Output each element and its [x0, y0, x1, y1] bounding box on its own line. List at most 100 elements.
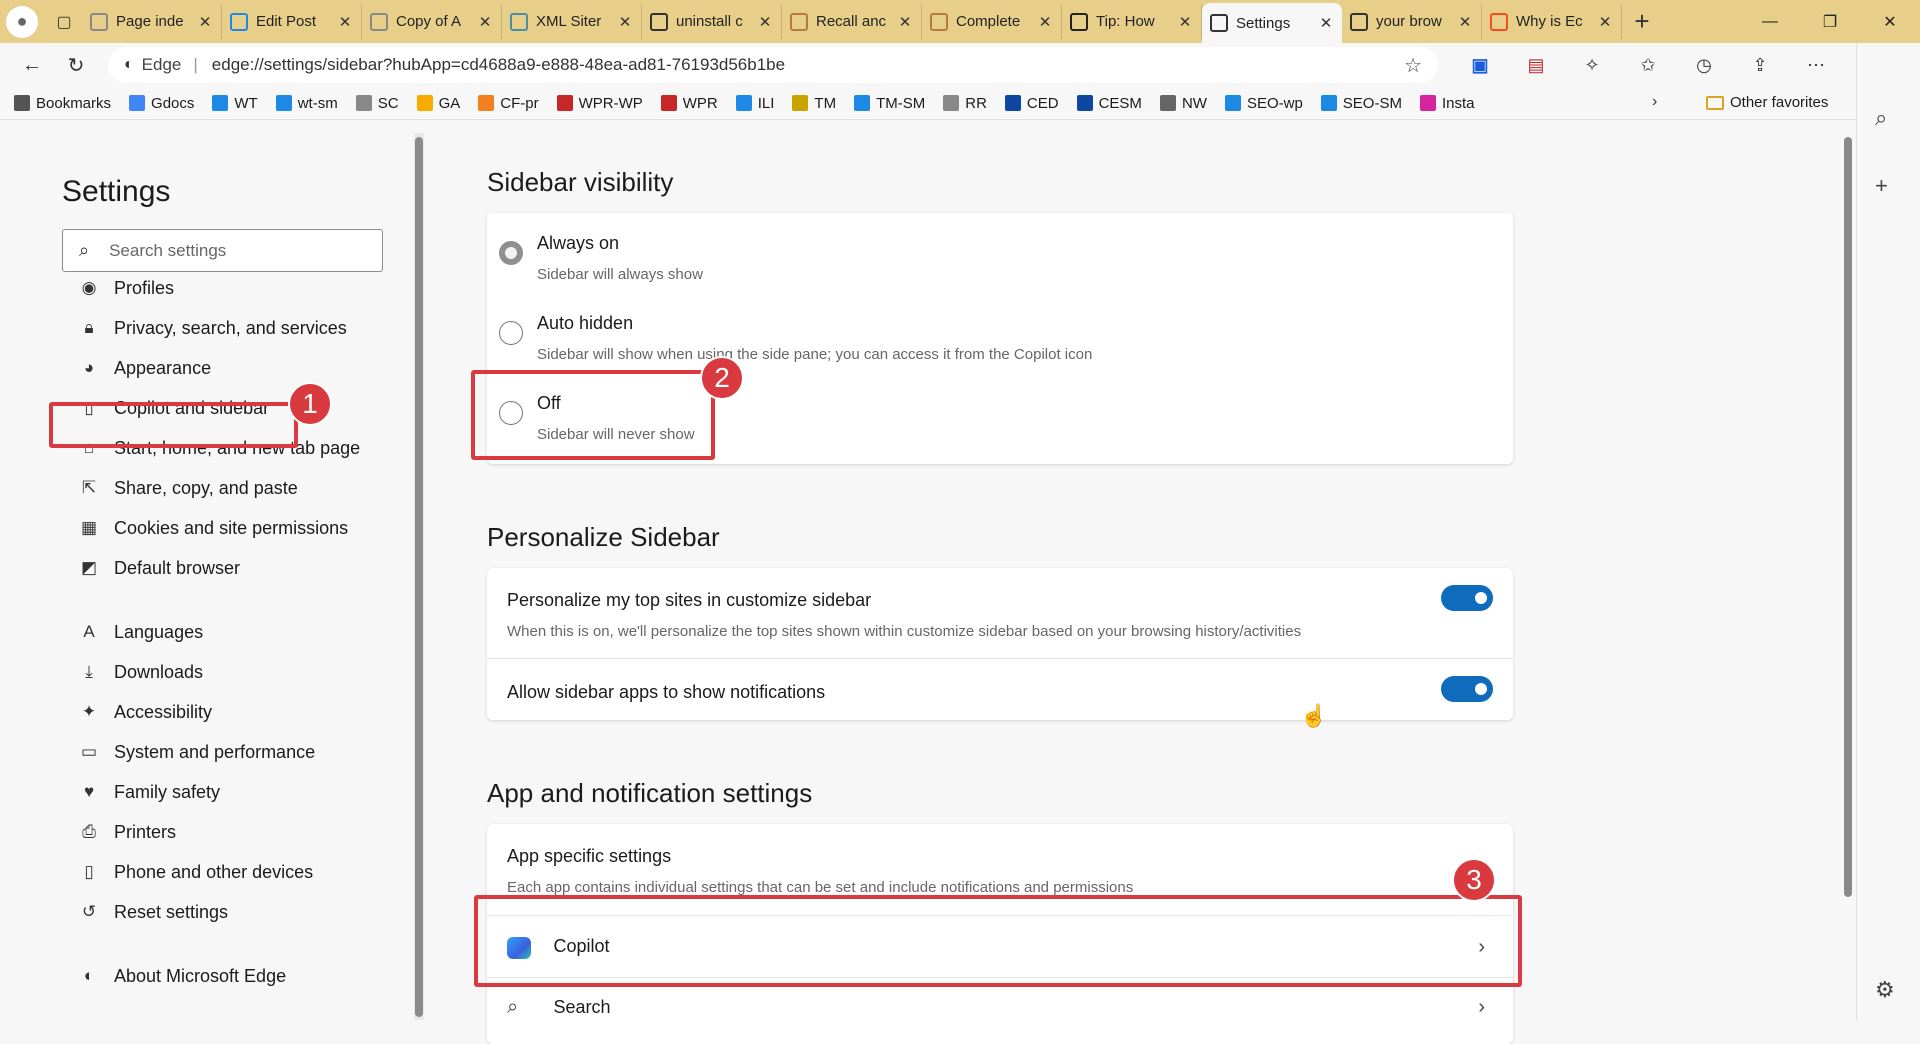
sidebar-item-6[interactable]: ▦ Cookies and site permissions: [78, 513, 348, 543]
radio-button[interactable]: [499, 241, 523, 265]
search-icon[interactable]: ⌕: [1875, 105, 1887, 131]
history-icon[interactable]: ◷: [1676, 47, 1732, 83]
sidebar-item-0[interactable]: ◉ Profiles: [78, 273, 174, 303]
sidebar-item-14[interactable]: ▯ Phone and other devices: [78, 857, 313, 887]
profile-icon: ◉: [81, 278, 97, 297]
tab-4[interactable]: uninstall c ✕: [642, 4, 782, 39]
sidebar-item-1[interactable]: 🔒︎ Privacy, search, and services: [78, 313, 346, 343]
sidebar-item-16[interactable]: ◐ About Microsoft Edge: [78, 961, 286, 991]
minimize-button[interactable]: —: [1740, 0, 1800, 43]
close-icon[interactable]: ✕: [197, 13, 213, 31]
tab-1[interactable]: Edit Post ✕: [222, 4, 362, 39]
settings-page: Settings ⌕ Search settings ◉ Profiles 🔒︎ Pr…: [0, 133, 1856, 1044]
close-icon[interactable]: ✕: [1318, 14, 1334, 32]
restore-button[interactable]: ❐: [1800, 0, 1860, 43]
address-bar[interactable]: ◐ Edge | edge://settings/sidebar?hubApp=…: [108, 47, 1438, 83]
bookmark-0[interactable]: Bookmarks: [14, 95, 111, 112]
tab-3[interactable]: XML Siter ✕: [502, 4, 642, 39]
extension-calendar-icon[interactable]: ▤: [1508, 47, 1564, 83]
bookmark-7[interactable]: WPR-WP: [556, 95, 643, 112]
other-favorites-folder[interactable]: Other favorites: [1706, 94, 1828, 111]
visibility-option-0[interactable]: Always on Sidebar will always show: [499, 225, 703, 283]
bookmark-8[interactable]: WPR: [660, 95, 718, 112]
gear-icon[interactable]: ⚙: [1875, 977, 1895, 1003]
bookmark-label: SEO-SM: [1342, 94, 1402, 112]
setting-desc: When this is on, we'll personalize the t…: [507, 623, 1302, 640]
bookmark-16[interactable]: SEO-wp: [1224, 95, 1303, 112]
bitwarden-icon[interactable]: ▣: [1452, 47, 1508, 83]
bookmark-18[interactable]: Insta: [1419, 95, 1475, 112]
bookmark-13[interactable]: CED: [1004, 95, 1059, 112]
bookmark-2[interactable]: WT: [212, 95, 258, 112]
sidebar-item-9[interactable]: ⤓ Downloads: [78, 657, 203, 687]
top-sites-toggle[interactable]: [1441, 585, 1493, 611]
add-icon[interactable]: +: [1875, 173, 1888, 199]
url-text[interactable]: edge://settings/sidebar?hubApp=cd4688a9-…: [212, 55, 1404, 75]
sidebar-item-13[interactable]: ⎙ Printers: [78, 817, 176, 847]
content-scrollbar[interactable]: [1843, 133, 1853, 1020]
bookmark-4[interactable]: SC: [355, 95, 399, 112]
extensions-icon[interactable]: ✧: [1564, 47, 1620, 83]
bookmark-9[interactable]: ILI: [735, 95, 774, 112]
close-icon[interactable]: ✕: [1457, 13, 1473, 31]
close-icon[interactable]: ✕: [1597, 13, 1613, 31]
bookmark-1[interactable]: Gdocs: [129, 95, 194, 112]
sidebar-item-11[interactable]: ▭ System and performance: [78, 737, 315, 767]
new-tab-button[interactable]: +: [1622, 6, 1662, 37]
bookmark-5[interactable]: GA: [416, 95, 460, 112]
sidebar-item-2[interactable]: ◕ Appearance: [78, 353, 211, 383]
tab-6[interactable]: Complete ✕: [922, 4, 1062, 39]
tab-label: Tip: How: [1096, 13, 1155, 30]
app-row-search[interactable]: ⌕ Search: [487, 996, 1513, 1036]
tab-actions-button[interactable]: ▢: [46, 6, 82, 38]
wpr-icon: [660, 95, 677, 111]
chevron-right-icon[interactable]: ›: [1478, 996, 1485, 1019]
sidebar-item-12[interactable]: ♥ Family safety: [78, 777, 220, 807]
close-icon[interactable]: ✕: [337, 13, 353, 31]
tab-0[interactable]: Page inde ✕: [82, 4, 222, 39]
sidebar-item-10[interactable]: ✦ Accessibility: [78, 697, 212, 727]
share-icon[interactable]: ⇪: [1732, 47, 1788, 83]
bookmark-6[interactable]: CF-pr: [478, 95, 539, 112]
bookmark-11[interactable]: TM-SM: [854, 95, 925, 112]
back-button[interactable]: ←: [10, 47, 54, 83]
tab-5[interactable]: Recall anc ✕: [782, 4, 922, 39]
refresh-button[interactable]: ↻: [54, 47, 98, 83]
bookmark-3[interactable]: wt-sm: [275, 95, 338, 112]
tab-7[interactable]: Tip: How ✕: [1062, 4, 1202, 39]
more-menu-icon[interactable]: ⋯: [1788, 47, 1844, 83]
sidebar-item-8[interactable]: A Languages: [78, 617, 203, 647]
notifications-toggle[interactable]: [1441, 676, 1493, 702]
close-icon[interactable]: ✕: [617, 13, 633, 31]
tab-9[interactable]: your brow ✕: [1342, 4, 1482, 39]
chevron-right-icon[interactable]: ›: [1652, 93, 1657, 111]
bookmark-14[interactable]: CESM: [1076, 95, 1142, 112]
bookmark-15[interactable]: NW: [1159, 95, 1207, 112]
close-icon[interactable]: ✕: [897, 13, 913, 31]
tab-10[interactable]: Why is Ec ✕: [1482, 4, 1622, 39]
sidebar-item-label: System and performance: [114, 741, 316, 762]
bookmark-10[interactable]: TM: [792, 95, 836, 112]
close-icon[interactable]: ✕: [1037, 13, 1053, 31]
tab-8[interactable]: Settings ✕: [1202, 3, 1342, 43]
favorite-star-icon[interactable]: ☆: [1404, 53, 1422, 78]
visibility-option-1[interactable]: Auto hidden Sidebar will show when using …: [499, 305, 1092, 363]
sidebar-item-5[interactable]: ⇱ Share, copy, and paste: [78, 473, 298, 503]
sidebar-item-7[interactable]: ◩ Default browser: [78, 553, 240, 583]
sidebar-item-15[interactable]: ↺ Reset settings: [78, 897, 228, 927]
callout-box-1: [49, 402, 298, 448]
close-icon[interactable]: ✕: [757, 13, 773, 31]
radio-button[interactable]: [499, 321, 523, 345]
search-input[interactable]: ⌕ Search settings: [62, 229, 383, 272]
divider: [487, 658, 1513, 659]
bookmark-12[interactable]: RR: [943, 95, 987, 112]
close-window-button[interactable]: ✕: [1860, 0, 1920, 43]
nav-scrollbar[interactable]: [414, 133, 424, 1020]
tab-2[interactable]: Copy of A ✕: [362, 4, 502, 39]
close-icon[interactable]: ✕: [477, 13, 493, 31]
profile-button[interactable]: ●: [6, 5, 38, 38]
bookmark-17[interactable]: SEO-SM: [1320, 94, 1402, 112]
search-icon: [650, 12, 668, 31]
favorites-icon[interactable]: ✩: [1620, 47, 1676, 83]
close-icon[interactable]: ✕: [1177, 13, 1193, 31]
